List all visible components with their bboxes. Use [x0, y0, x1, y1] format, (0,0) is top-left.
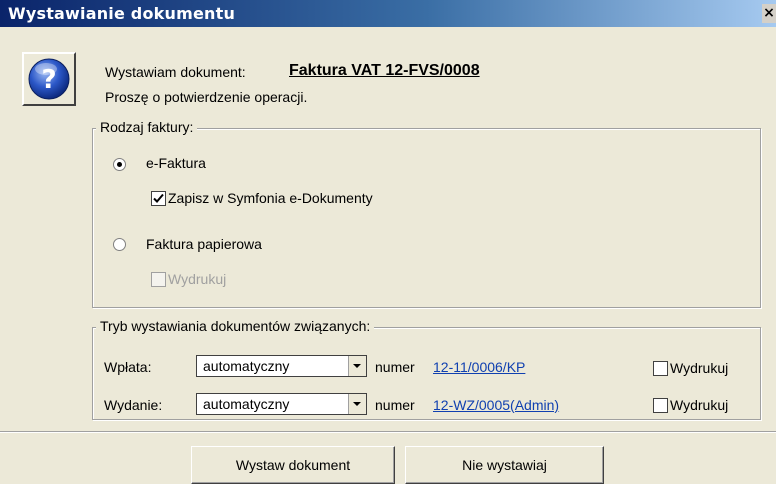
wplata-number-link[interactable]: 12-11/0006/KP: [433, 359, 525, 375]
confirm-text: Proszę o potwierdzenie operacji.: [105, 89, 308, 105]
question-icon: ?: [22, 52, 76, 106]
invoice-type-legend: Rodzaj faktury:: [96, 119, 198, 135]
wydanie-print-label[interactable]: Wydrukuj: [670, 397, 728, 413]
issue-document-button[interactable]: Wystaw dokument: [191, 446, 395, 484]
separator: [0, 431, 776, 433]
wydanie-mode-value: automatyczny: [203, 396, 290, 412]
wplata-print-label[interactable]: Wydrukuj: [670, 360, 728, 376]
close-icon[interactable]: ×: [762, 4, 776, 23]
wplata-mode-value: automatyczny: [203, 358, 290, 374]
wplata-mode-select[interactable]: automatyczny: [196, 355, 367, 377]
question-glyph: ?: [41, 65, 56, 95]
wydanie-number-label: numer: [375, 397, 415, 413]
chevron-down-icon[interactable]: [348, 394, 366, 414]
document-name: Faktura VAT 12-FVS/0008: [289, 62, 480, 79]
cancel-button[interactable]: Nie wystawiaj: [405, 446, 604, 484]
row-label-wydanie: Wydanie:: [104, 397, 163, 413]
wydanie-number-link[interactable]: 12-WZ/0005(Admin): [433, 397, 559, 413]
radio-faktura-papierowa-label[interactable]: Faktura papierowa: [146, 236, 262, 252]
dialog-window: Wystawianie dokumentu × ? Wystawiam doku…: [0, 0, 776, 484]
print-paper-checkbox[interactable]: [151, 272, 166, 287]
window-title: Wystawianie dokumentu: [8, 4, 236, 23]
chevron-down-icon[interactable]: [348, 356, 366, 376]
wydanie-mode-select[interactable]: automatyczny: [196, 393, 367, 415]
radio-e-faktura[interactable]: [113, 158, 126, 171]
radio-e-faktura-label[interactable]: e-Faktura: [146, 155, 206, 171]
radio-faktura-papierowa[interactable]: [113, 238, 126, 251]
wydanie-print-checkbox[interactable]: [653, 398, 668, 413]
title-bar[interactable]: Wystawianie dokumentu ×: [0, 0, 776, 27]
wplata-number-label: numer: [375, 359, 415, 375]
issuing-label: Wystawiam dokument:: [105, 64, 246, 80]
wplata-print-checkbox[interactable]: [653, 361, 668, 376]
save-edocs-checkbox[interactable]: [151, 191, 166, 206]
print-paper-label: Wydrukuj: [168, 271, 227, 287]
related-docs-legend: Tryb wystawiania dokumentów związanych:: [96, 318, 375, 334]
row-label-wplata: Wpłata:: [104, 359, 152, 375]
save-edocs-label[interactable]: Zapisz w Symfonia e-Dokumenty: [168, 190, 373, 206]
